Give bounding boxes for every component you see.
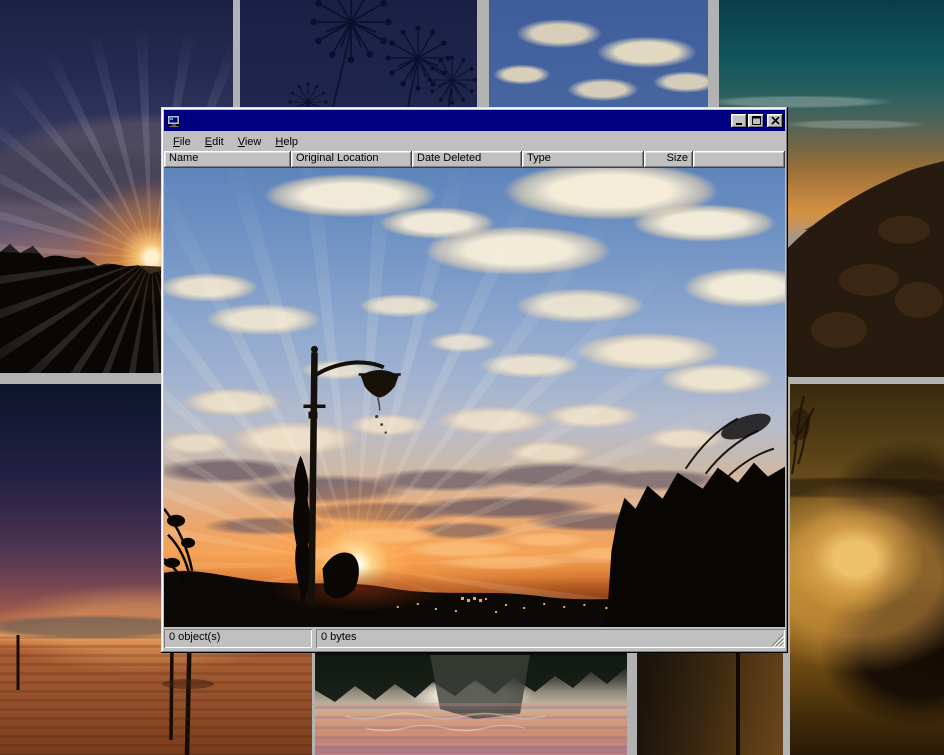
computer-icon xyxy=(166,113,182,129)
wallpaper-tile-golden-haze xyxy=(790,384,944,755)
resize-grip-icon[interactable] xyxy=(771,634,784,647)
column-header-type[interactable]: Type xyxy=(522,151,644,168)
recycle-bin-window: File Edit View Help Name Original Locati… xyxy=(161,107,788,653)
menu-file[interactable]: File xyxy=(167,135,197,149)
column-header-original-location[interactable]: Original Location xyxy=(291,151,412,168)
menu-help[interactable]: Help xyxy=(269,135,304,149)
maximize-icon xyxy=(752,116,761,125)
column-header-name[interactable]: Name xyxy=(164,151,291,168)
list-column-headers: Name Original Location Date Deleted Type… xyxy=(164,151,785,168)
photo-silhouettes-graphic xyxy=(164,168,785,627)
menu-bar: File Edit View Help xyxy=(164,132,785,151)
close-button[interactable] xyxy=(767,114,783,128)
minimize-button[interactable] xyxy=(731,114,747,128)
desktop: { "desktop": { "gap_color": "#b2b2b2", "… xyxy=(0,0,944,755)
column-header-size[interactable]: Size xyxy=(644,151,693,168)
close-icon xyxy=(771,116,780,125)
list-view-area[interactable] xyxy=(164,168,785,627)
minimize-icon xyxy=(735,116,744,125)
status-bar: 0 object(s) 0 bytes xyxy=(164,627,785,650)
maximize-button[interactable] xyxy=(748,114,764,128)
status-objects: 0 object(s) xyxy=(164,629,312,648)
column-header-date-deleted[interactable]: Date Deleted xyxy=(412,151,522,168)
status-bytes: 0 bytes xyxy=(321,631,356,643)
wisp-tree-graphic xyxy=(790,384,944,755)
menu-view[interactable]: View xyxy=(232,135,268,149)
status-bytes-panel: 0 bytes xyxy=(316,629,785,648)
window-controls xyxy=(730,114,783,128)
title-bar[interactable] xyxy=(164,110,785,131)
menu-edit[interactable]: Edit xyxy=(199,135,230,149)
column-header-empty[interactable] xyxy=(693,151,785,168)
